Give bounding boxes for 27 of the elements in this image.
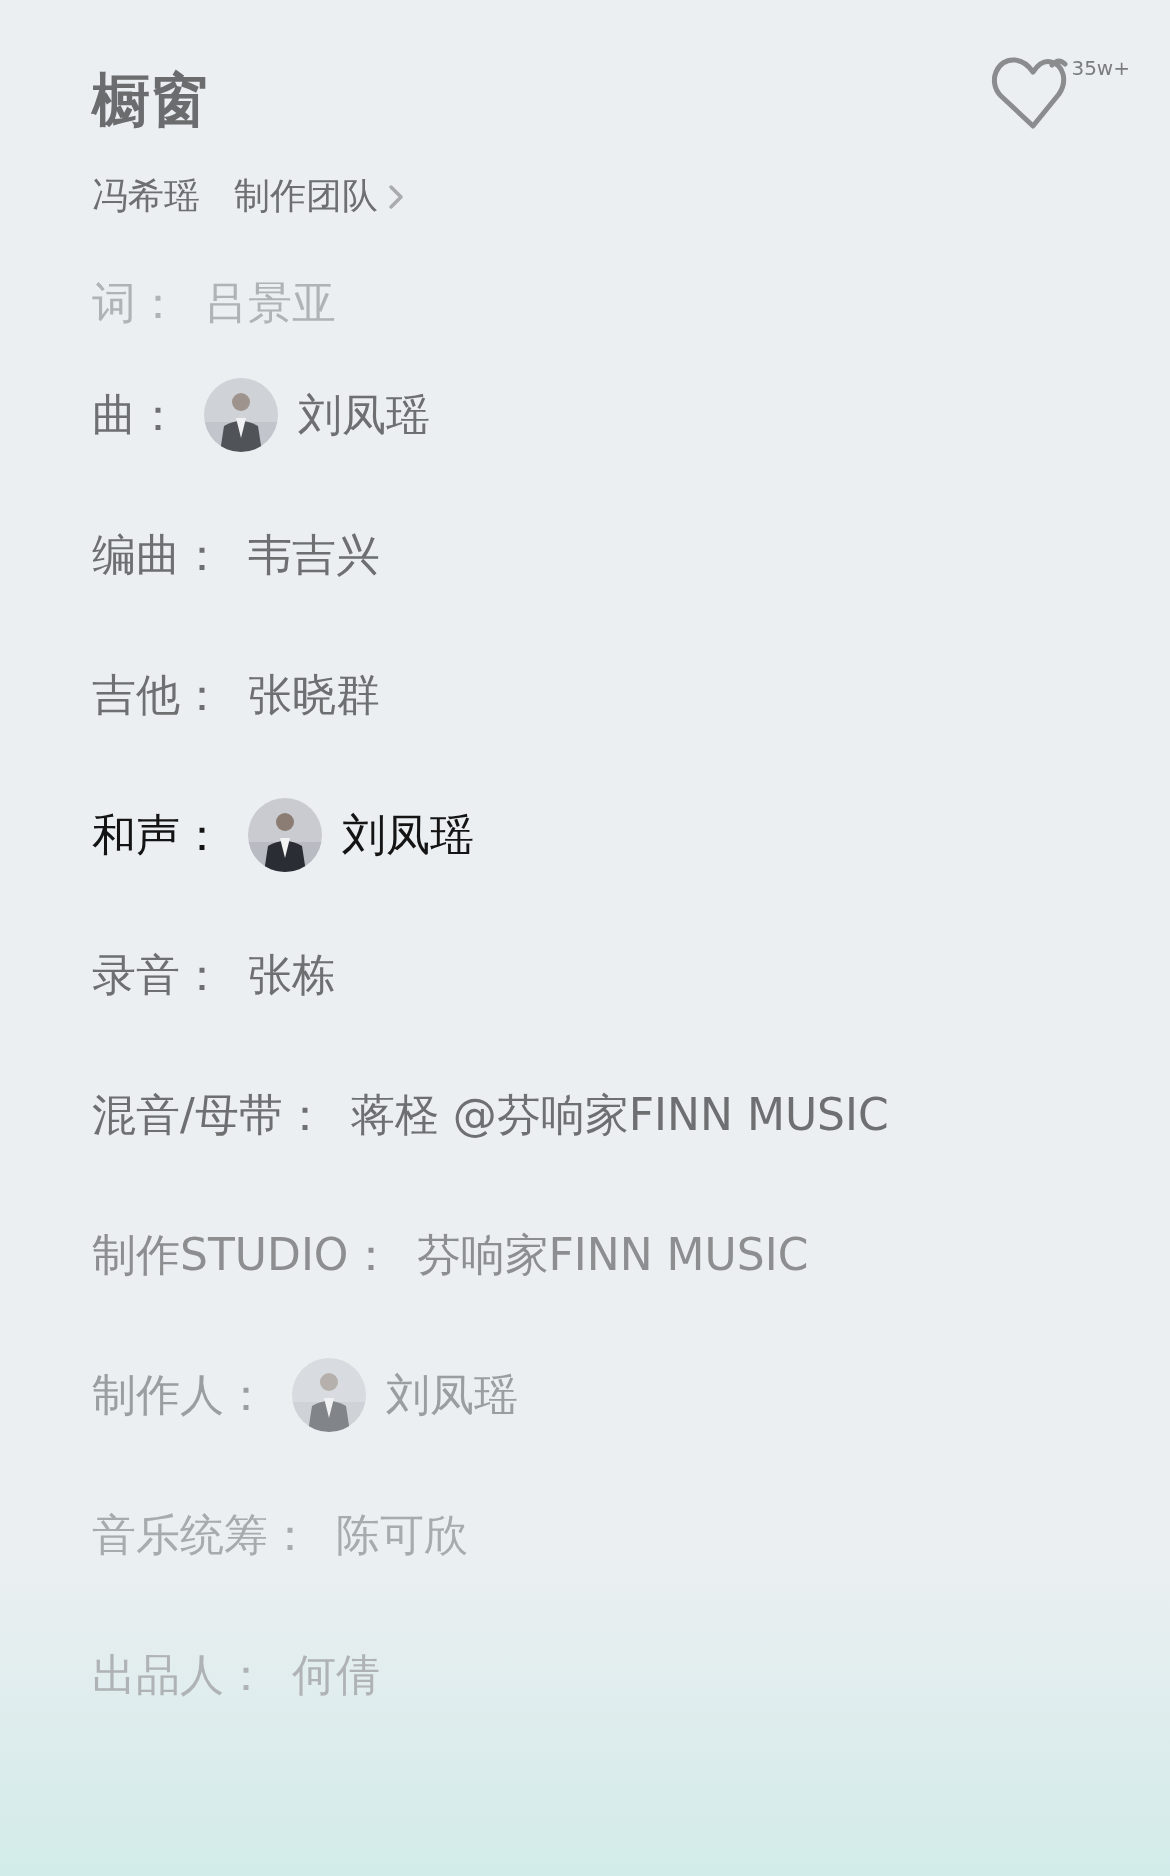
credit-role: 混音/母带： xyxy=(92,1087,327,1142)
credit-role: 录音： xyxy=(92,947,224,1002)
credit-name: 陈可欣 xyxy=(336,1507,468,1562)
credit-name: 芬响家FINN MUSIC xyxy=(416,1227,809,1282)
credit-role: 音乐统筹： xyxy=(92,1507,312,1562)
chevron-right-icon xyxy=(388,182,404,211)
credit-role: 编曲： xyxy=(92,527,224,582)
credit-name: 张栋 xyxy=(248,947,336,1002)
credit-role: 词： xyxy=(92,276,180,330)
credit-role: 和声： xyxy=(92,807,224,862)
credit-name: 蒋柽 @芬响家FINN MUSIC xyxy=(350,1087,889,1142)
credit-name: 张晓群 xyxy=(248,667,380,722)
credit-role: 制作人： xyxy=(92,1367,268,1422)
song-title: 橱窗 xyxy=(92,65,208,136)
credit-name[interactable]: 刘凤瑶 xyxy=(298,385,430,445)
credit-name: 吕景亚 xyxy=(204,276,336,330)
credit-role: 出品人： xyxy=(92,1647,268,1702)
credit-role: 吉他： xyxy=(92,667,224,722)
credit-name: 韦吉兴 xyxy=(248,527,380,582)
artist-name[interactable]: 冯希瑶 xyxy=(92,172,200,221)
like-count: 35w+ xyxy=(1071,56,1130,80)
credit-role: 曲： xyxy=(92,387,180,442)
credit-name: 何倩 xyxy=(292,1647,380,1702)
credit-name[interactable]: 刘凤瑶 xyxy=(386,1365,518,1425)
credit-role: 制作STUDIO： xyxy=(92,1227,393,1282)
credit-name[interactable]: 刘凤瑶 xyxy=(342,805,474,865)
production-team-link[interactable]: 制作团队 xyxy=(234,172,404,221)
